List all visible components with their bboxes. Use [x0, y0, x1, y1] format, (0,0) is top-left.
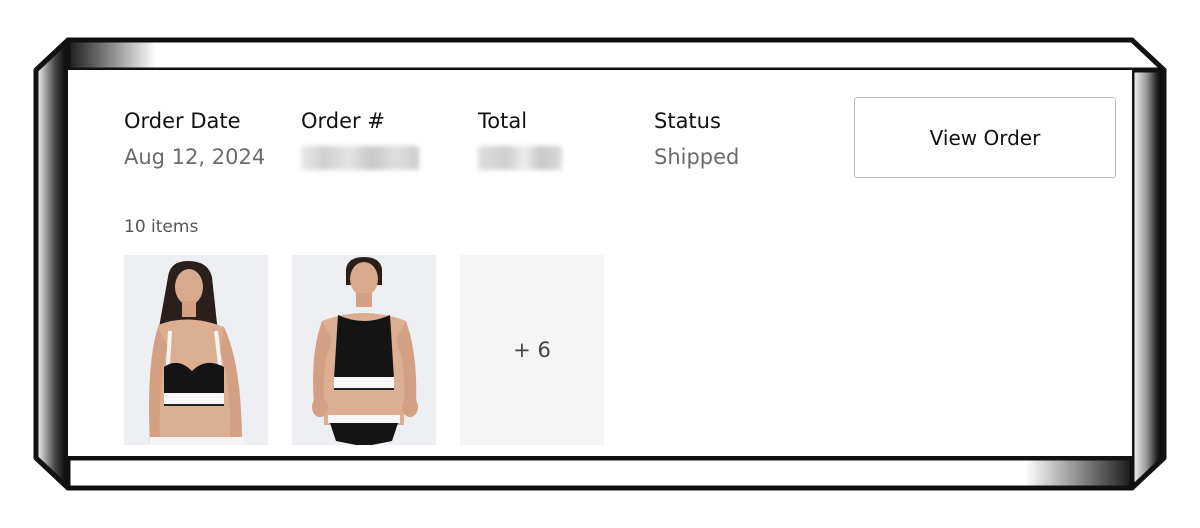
order-card: Order Date Aug 12, 2024 Order # Total St…: [68, 70, 1132, 456]
order-total-group: Total: [478, 108, 562, 170]
product-photo-bralette: [124, 255, 268, 445]
items-count: 10 items: [124, 217, 199, 237]
order-status-label: Status: [654, 109, 721, 133]
order-status-group: Status Shipped: [654, 108, 739, 170]
order-date-value: Aug 12, 2024: [124, 145, 266, 169]
product-thumbnail-1[interactable]: [124, 255, 268, 445]
order-status-value: Shipped: [654, 145, 740, 169]
more-items-tile[interactable]: + 6: [460, 255, 604, 445]
order-date-group: Order Date Aug 12, 2024: [124, 108, 265, 170]
order-total-redacted: [478, 146, 562, 170]
order-date-label: Order Date: [124, 109, 241, 133]
item-thumbnails: + 6: [124, 255, 604, 445]
order-number-group: Order #: [301, 108, 419, 170]
product-thumbnail-2[interactable]: [292, 255, 436, 445]
view-order-button[interactable]: View Order: [854, 97, 1116, 178]
more-items-label: + 6: [513, 338, 551, 362]
product-photo-racerback-bra: [292, 255, 436, 445]
order-number-label: Order #: [301, 109, 385, 133]
order-total-label: Total: [478, 109, 528, 133]
order-number-redacted: [301, 146, 419, 170]
